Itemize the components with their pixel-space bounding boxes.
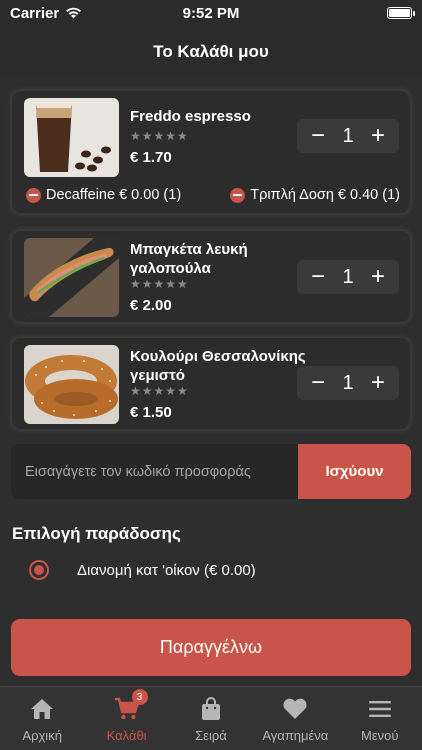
tab-menu[interactable]: Μενού	[338, 687, 422, 750]
tab-label: Μενού	[361, 728, 399, 743]
rating-stars: ★★★★★	[130, 129, 189, 143]
quantity-value: 1	[342, 371, 354, 394]
extra-option: Decaffeine € 0.00 (1)	[26, 187, 181, 203]
decrease-button[interactable]: −	[309, 124, 327, 148]
apply-promo-button[interactable]: Ισχύουν	[298, 444, 411, 499]
home-icon	[30, 697, 54, 721]
quantity-value: 1	[342, 124, 354, 147]
rating-stars: ★★★★★	[130, 384, 189, 398]
extra-label: Decaffeine € 0.00 (1)	[46, 187, 182, 203]
radio-button[interactable]	[29, 560, 49, 580]
item-image-koulouri	[24, 345, 119, 424]
tab-home[interactable]: Αρχική	[0, 687, 84, 750]
menu-icon	[368, 697, 392, 721]
decrease-button[interactable]: −	[309, 371, 327, 395]
extra-option: Τριπλή Δοση € 0.40 (1)	[230, 187, 400, 203]
order-button[interactable]: Παραγγέλνω	[11, 619, 411, 676]
promo-code-input[interactable]	[11, 444, 298, 499]
item-price: € 2.00	[130, 297, 172, 314]
tab-cart[interactable]: 3 Καλάθι	[85, 687, 169, 750]
item-image-baguette	[24, 238, 119, 317]
battery-icon	[387, 7, 415, 19]
remove-extra-icon[interactable]	[230, 187, 246, 203]
delivery-section-title: Επιλογή παράδοσης	[12, 524, 181, 543]
increase-button[interactable]: +	[369, 265, 387, 289]
rating-stars: ★★★★★	[130, 277, 189, 291]
quantity-stepper: − 1 +	[297, 119, 399, 153]
cart-count-badge: 3	[131, 689, 148, 705]
increase-button[interactable]: +	[369, 371, 387, 395]
quantity-stepper: − 1 +	[297, 366, 399, 400]
quantity-value: 1	[342, 265, 354, 288]
item-name: Κουλούρι Θεσσαλονίκης γεμιστό	[130, 348, 306, 384]
increase-button[interactable]: +	[369, 124, 387, 148]
tab-favorites[interactable]: Αγαπημένα	[253, 687, 337, 750]
delivery-option[interactable]: Διανομή κατ 'οίκον (€ 0.00)	[29, 560, 256, 580]
item-price: € 1.50	[130, 404, 172, 421]
item-name: Freddo espresso	[130, 108, 251, 125]
tab-orders[interactable]: Σειρά	[169, 687, 253, 750]
status-bar: Carrier 9:52 PM	[0, 0, 422, 26]
extra-label: Τριπλή Δοση € 0.40 (1)	[250, 187, 400, 203]
cart-item: Μπαγκέτα λευκή γαλοπούλα ★★★★★ € 2.00 − …	[11, 230, 411, 323]
tab-label: Αρχική	[22, 728, 62, 743]
cart-item: Freddo espresso ★★★★★ € 1.70 − 1 + Decaf…	[11, 90, 411, 214]
cart-content: Freddo espresso ★★★★★ € 1.70 − 1 + Decaf…	[0, 78, 422, 686]
bag-icon	[201, 697, 221, 721]
tab-label: Σειρά	[195, 728, 227, 743]
tab-bar: Αρχική 3 Καλάθι Σειρά Αγαπημένα Μενού	[0, 686, 422, 750]
quantity-stepper: − 1 +	[297, 260, 399, 294]
remove-extra-icon[interactable]	[26, 187, 41, 203]
cart-item: Κουλούρι Θεσσαλονίκης γεμιστό ★★★★★ € 1.…	[11, 337, 411, 430]
promo-code-box: Ισχύουν	[11, 444, 411, 499]
item-price: € 1.70	[130, 149, 172, 166]
page-title: Το Καλάθι μου	[0, 26, 422, 78]
tab-label: Καλάθι	[106, 728, 147, 743]
item-name: Μπαγκέτα λευκή γαλοπούλα	[130, 241, 248, 277]
status-time: 9:52 PM	[182, 4, 240, 22]
heart-icon	[282, 697, 308, 721]
delivery-option-label: Διανομή κατ 'οίκον (€ 0.00)	[77, 561, 256, 579]
item-extras: Decaffeine € 0.00 (1) Τριπλή Δοση € 0.40…	[26, 187, 400, 203]
tab-label: Αγαπημένα	[262, 728, 329, 743]
item-image-freddo	[24, 98, 119, 177]
decrease-button[interactable]: −	[309, 265, 327, 289]
